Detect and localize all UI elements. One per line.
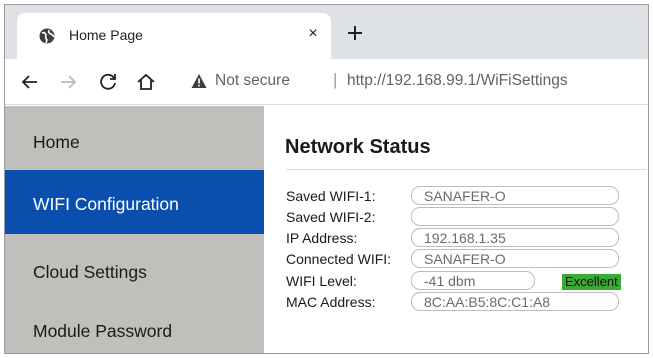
sidebar-item-label: Cloud Settings: [33, 262, 147, 282]
sidebar-item-label: Module Password: [33, 321, 173, 341]
home-icon[interactable]: [135, 71, 157, 93]
ip-address-field[interactable]: [411, 228, 619, 247]
sidebar-item-label: WIFI Configuration: [33, 194, 179, 214]
tab-strip: Home Page ×: [5, 5, 648, 59]
saved-wifi-2-field[interactable]: [411, 207, 619, 226]
address-bar[interactable]: Not secure | http://192.168.99.1/WiFiSet…: [191, 67, 648, 97]
saved-wifi-1-field[interactable]: [411, 186, 619, 205]
mac-address-label: MAC Address:: [286, 294, 376, 310]
wifi-level-field[interactable]: [411, 271, 535, 290]
url-text[interactable]: http://192.168.99.1/WiFiSettings: [347, 72, 568, 90]
close-tab-icon[interactable]: ×: [303, 24, 323, 44]
saved-wifi-2-label: Saved WIFI-2:: [286, 209, 376, 225]
back-icon[interactable]: [19, 71, 41, 93]
saved-wifi-2-row: Saved WIFI-2:: [286, 206, 646, 227]
connected-wifi-field[interactable]: [411, 249, 619, 268]
warning-icon: [191, 74, 207, 88]
globe-icon: [39, 28, 55, 44]
connected-wifi-row: Connected WIFI:: [286, 248, 646, 269]
mac-address-field[interactable]: [411, 292, 619, 311]
sidebar-item-home[interactable]: Home: [5, 106, 264, 170]
reload-icon[interactable]: [97, 71, 119, 93]
saved-wifi-1-label: Saved WIFI-1:: [286, 188, 376, 204]
ip-address-label: IP Address:: [286, 230, 358, 246]
sidebar-item-wifi-configuration[interactable]: WIFI Configuration: [5, 170, 264, 234]
mac-address-row: MAC Address:: [286, 291, 646, 312]
security-label[interactable]: Not secure: [215, 72, 290, 90]
forward-icon[interactable]: [57, 71, 79, 93]
wifi-level-label: WIFI Level:: [286, 273, 357, 289]
sidebar: Home WIFI Configuration Cloud Settings M…: [5, 106, 264, 353]
divider: [286, 169, 646, 170]
tab-title: Home Page: [69, 27, 143, 43]
sidebar-item-cloud-settings[interactable]: Cloud Settings: [5, 234, 264, 298]
address-separator: |: [333, 70, 338, 89]
sidebar-item-module-password[interactable]: Module Password: [5, 298, 264, 353]
sidebar-item-label: Home: [33, 132, 80, 152]
browser-toolbar: Not secure | http://192.168.99.1/WiFiSet…: [5, 59, 648, 105]
signal-quality-badge: Excellent: [562, 274, 621, 290]
ip-address-row: IP Address:: [286, 227, 646, 248]
connected-wifi-label: Connected WIFI:: [286, 251, 392, 267]
browser-window: Home Page × Not secure | http://192.168.…: [4, 4, 649, 354]
tab-home-page[interactable]: Home Page ×: [17, 13, 331, 59]
page-title: Network Status: [285, 136, 431, 158]
wifi-level-row: WIFI Level: Excellent: [286, 270, 646, 291]
main-content: Network Status Saved WIFI-1: Saved WIFI-…: [264, 106, 648, 353]
new-tab-icon[interactable]: [343, 21, 367, 45]
saved-wifi-1-row: Saved WIFI-1:: [286, 185, 646, 206]
